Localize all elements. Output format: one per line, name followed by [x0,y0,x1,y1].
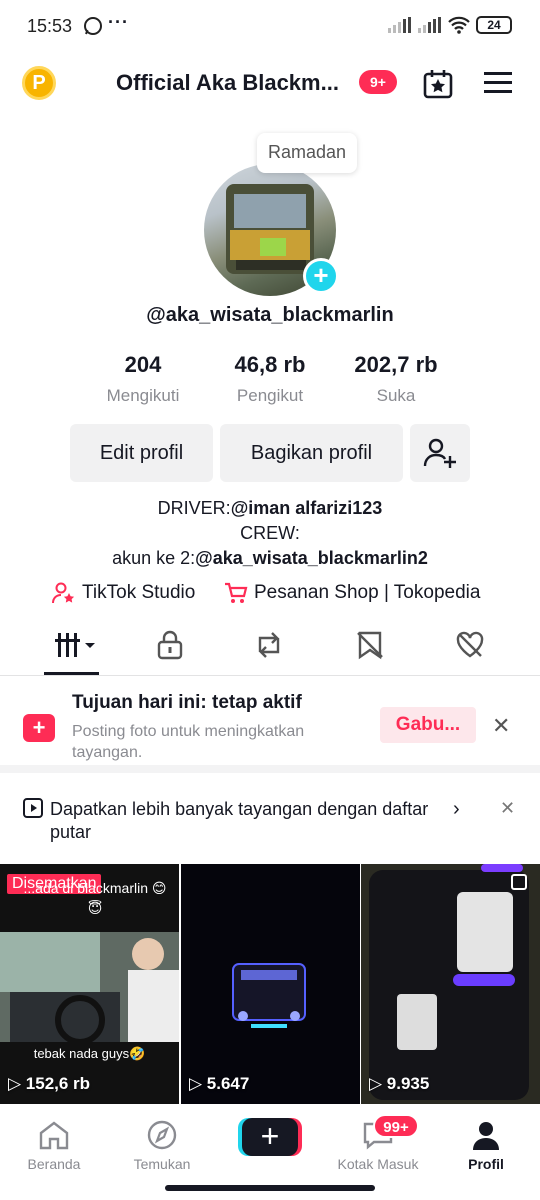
playlist-banner[interactable]: Dapatkan lebih banyak tayangan dengan da… [0,782,540,862]
stat-followers[interactable]: 46,8 rb Pengikut [205,352,335,406]
stat-label: Mengikuti [106,386,180,405]
join-goal-button[interactable]: Gabu... [380,707,476,743]
bio-line-1: DRIVER:@iman alfarizi123 [0,498,540,519]
stat-label: Suka [376,386,416,405]
tiktok-studio-label: TikTok Studio [82,582,196,603]
shop-orders-label: Pesanan Shop | Tokopedia [254,582,481,603]
more-notifications-icon: ··· [108,12,129,32]
play-icon: ▷ [8,1074,26,1093]
create-button[interactable]: + [242,1118,298,1156]
bio-line-2: CREW: [240,523,300,543]
home-icon [39,1121,69,1150]
account-name-title[interactable]: Official Aka Blackm... [116,70,339,96]
content-tabs [0,620,540,676]
close-icon[interactable]: ✕ [492,713,510,739]
bio-line-3: akun ke 2:@aka_wisata_blackmarlin2 [0,548,540,569]
nav-label: Beranda [27,1156,81,1172]
hamburger-menu-icon[interactable] [484,70,512,96]
stat-value: 204 [124,352,162,377]
view-count: ▷ 5.647 [189,1074,249,1094]
view-count: ▷ 9.935 [369,1074,429,1094]
active-tab-indicator [44,672,99,675]
bio-mention[interactable]: @iman alfarizi123 [231,498,383,518]
goal-description: Posting foto untuk meningkatkan tayangan… [72,723,305,761]
shop-orders-link[interactable]: Pesanan Shop | Tokopedia [224,582,480,604]
playlist-banner-text: Dapatkan lebih banyak tayangan dengan da… [50,799,429,842]
profile-icon [473,1122,499,1150]
playlist-icon [23,798,43,818]
status-bar: 15:53 ··· 24 [0,0,540,56]
view-count-value: 9.935 [386,1074,430,1093]
notification-badge[interactable]: 9+ [359,70,397,94]
video-grid: Disematkan ...ada di blackmarlin 😊😇 teba… [0,864,540,1104]
goal-title: Tujuan hari ini: tetap aktif [72,692,302,713]
play-icon: ▷ [189,1074,207,1093]
share-profile-button[interactable]: Bagikan profil [220,424,403,482]
inbox-badge: 99+ [373,1114,419,1138]
compass-icon [147,1120,177,1150]
signal-icon-2 [418,17,441,33]
edit-profile-button[interactable]: Edit profil [70,424,213,482]
create-post-icon: + [23,714,55,742]
nav-profile[interactable]: Profil [441,1120,531,1172]
multi-photo-icon [511,874,527,890]
close-icon[interactable]: ✕ [500,798,515,819]
videos-grid-tab-icon[interactable] [55,630,97,660]
video-thumbnail[interactable]: ▷ 5.647 [181,864,360,1104]
video-caption: tebak nada guys🤣 [33,1046,146,1061]
status-time: 15:53 [27,16,73,36]
thumbnail-image [232,963,306,1028]
calendar-star-icon[interactable] [422,68,454,100]
bio-text: DRIVER: [157,498,231,518]
favorites-hidden-tab-icon[interactable] [355,630,385,660]
thumbnail-image [0,932,179,1042]
view-count: ▷ 152,6 rb [8,1074,90,1094]
video-caption: ...ada di blackmarlin 😊😇 [23,880,167,916]
stat-following[interactable]: 204 Mengikuti [78,352,208,406]
signal-icon [388,17,411,33]
note-bubble[interactable]: Ramadan [257,133,357,173]
view-count-value: 152,6 rb [25,1074,91,1093]
tiktok-studio-link[interactable]: TikTok Studio [52,582,195,604]
add-story-button[interactable]: + [303,258,339,294]
play-icon: ▷ [369,1074,387,1093]
view-count-value: 5.647 [206,1074,250,1093]
avatar[interactable]: + [204,164,339,296]
chevron-right-icon[interactable]: › [453,798,460,821]
shopping-cart-icon [225,582,248,603]
stat-label: Pengikut [236,386,304,405]
nav-home[interactable]: Beranda [9,1120,99,1172]
stat-value: 46,8 rb [234,352,306,377]
bio-text: akun ke 2: [112,548,196,568]
nav-discover[interactable]: Temukan [117,1120,207,1172]
add-friend-button[interactable] [410,424,470,482]
video-thumbnail[interactable]: ▷ 9.935 [361,864,540,1104]
home-indicator[interactable] [165,1185,375,1191]
creator-star-icon [52,582,75,604]
wifi-icon [448,16,470,34]
stat-value: 202,7 rb [354,352,438,377]
nav-label: Profil [468,1156,504,1172]
nav-label: Kotak Masuk [337,1156,419,1172]
whatsapp-icon [84,17,102,35]
stat-likes[interactable]: 202,7 rb Suka [331,352,461,406]
daily-goal-card: + Tujuan hari ini: tetap aktif Posting f… [0,677,540,773]
repost-tab-icon[interactable] [254,630,284,660]
video-thumbnail[interactable]: Disematkan ...ada di blackmarlin 😊😇 teba… [0,864,179,1104]
lock-tab-icon[interactable] [155,630,185,660]
nav-label: Temukan [133,1156,191,1172]
profile-header: P Official Aka Blackm... 9+ [0,56,540,112]
username: @aka_wisata_blackmarlin [146,304,394,326]
thumbnail-image [369,864,529,1100]
coin-icon[interactable]: P [22,66,56,100]
bio-mention[interactable]: @aka_wisata_blackmarlin2 [195,548,428,568]
add-user-icon [423,438,456,468]
battery-icon: 24 [476,16,512,34]
liked-hidden-tab-icon[interactable] [455,630,485,660]
